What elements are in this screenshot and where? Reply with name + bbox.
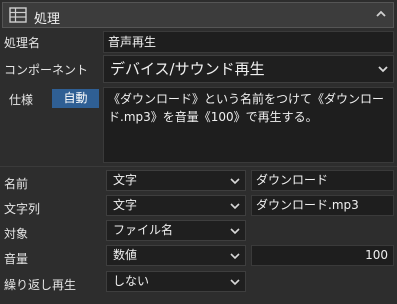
auto-toggle-button[interactable]: 自動 <box>52 89 99 108</box>
param-label: 対象 <box>4 227 29 241</box>
param-value-field[interactable]: 100 <box>251 245 394 266</box>
param-type-select[interactable]: ファイル名 <box>106 220 246 241</box>
divider <box>0 166 397 167</box>
param-label: 文字列 <box>4 202 41 216</box>
param-type-select[interactable]: しない <box>106 271 246 292</box>
table-icon <box>9 7 27 23</box>
param-label: 名前 <box>4 177 29 191</box>
param-type-value: 文字 <box>113 198 138 212</box>
chevron-down-icon <box>230 171 240 197</box>
param-type-value: 数値 <box>113 248 138 262</box>
param-label: 音量 <box>4 252 29 266</box>
spec-textarea[interactable]: 《ダウンロード》という名前をつけて《ダウンロード.mp3》を音量《100》で再生… <box>103 87 394 163</box>
chevron-down-icon <box>230 196 240 222</box>
process-name-label: 処理名 <box>4 36 41 50</box>
section-header[interactable]: 処理 <box>2 2 394 28</box>
param-value-field[interactable]: ダウンロード.mp3 <box>251 195 394 216</box>
param-type-select[interactable]: 文字 <box>106 170 246 191</box>
param-type-value: ファイル名 <box>113 223 174 237</box>
param-type-select[interactable]: 数値 <box>106 245 246 266</box>
chevron-down-icon <box>230 272 240 298</box>
param-value: 100 <box>365 248 388 262</box>
chevron-down-icon <box>230 246 240 272</box>
param-type-select[interactable]: 文字 <box>106 195 246 216</box>
component-label: コンポーネント <box>4 63 89 77</box>
param-value-field[interactable]: ダウンロード <box>251 170 394 191</box>
component-select[interactable]: デバイス/サウンド再生 <box>103 55 394 83</box>
chevron-up-icon[interactable] <box>376 7 386 24</box>
section-title: 処理 <box>34 12 61 27</box>
properties-panel: 処理 処理名 音声再生 コンポーネント デバイス/サウンド再生 仕様 自動 《ダ… <box>0 0 397 304</box>
param-value: ダウンロード <box>256 173 329 187</box>
param-type-value: 文字 <box>113 173 138 187</box>
spec-label: 仕様 <box>9 93 34 107</box>
process-name-field[interactable]: 音声再生 <box>103 31 394 53</box>
chevron-down-icon <box>378 56 388 91</box>
param-value: ダウンロード.mp3 <box>256 198 359 212</box>
param-type-value: しない <box>113 274 150 288</box>
component-value: デバイス/サウンド再生 <box>110 60 265 78</box>
chevron-down-icon <box>230 221 240 247</box>
param-label: 繰り返し再生 <box>4 278 77 292</box>
process-name-value: 音声再生 <box>108 35 157 49</box>
